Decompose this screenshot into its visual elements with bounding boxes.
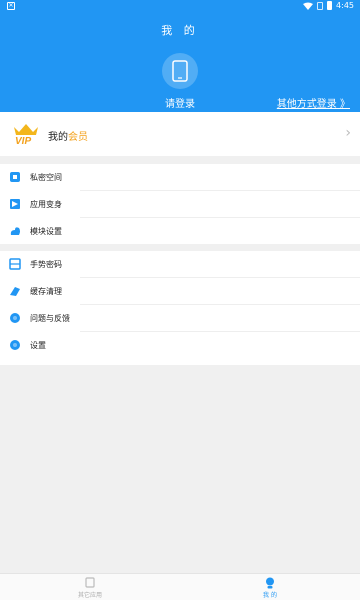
status-bar: ✕ 4:45 xyxy=(0,0,360,12)
phone-icon xyxy=(172,60,188,82)
bottom-nav: 其它应用 我 的 xyxy=(0,573,360,600)
chevron-right-icon: › xyxy=(345,125,351,141)
vip-label-prefix: 我的 xyxy=(48,132,68,143)
menu-item-label: 私密空间 xyxy=(30,173,62,182)
menu-item-label: 应用变身 xyxy=(30,200,62,209)
gesture-icon xyxy=(9,258,21,270)
module-icon xyxy=(10,227,20,235)
vip-label-highlight: 会员 xyxy=(68,132,88,143)
app-disguise-icon xyxy=(10,199,20,209)
tab-label: 我 的 xyxy=(263,592,277,599)
menu-group-privacy: 私密空间 应用变身 模块设置 xyxy=(0,164,360,244)
profile-header: 我 的 请登录 其他方式登录 》 xyxy=(0,12,360,112)
menu-item-label: 设置 xyxy=(30,341,46,350)
page-title: 我 的 xyxy=(161,24,199,37)
apps-icon xyxy=(85,577,95,588)
menu-item-label: 缓存清理 xyxy=(30,287,62,296)
user-icon xyxy=(266,577,274,589)
menu-item-module-settings[interactable]: 模块设置 xyxy=(0,218,360,245)
tab-label: 其它应用 xyxy=(77,592,102,599)
menu-item-settings[interactable]: 设置 xyxy=(0,332,360,359)
menu-item-feedback[interactable]: 问题与反馈 xyxy=(0,305,360,332)
status-icons: 4:45 xyxy=(303,1,354,10)
tab-me[interactable]: 我 的 xyxy=(240,574,300,600)
menu-item-label: 模块设置 xyxy=(30,227,62,236)
wifi-icon xyxy=(303,2,314,10)
tab-other-apps[interactable]: 其它应用 xyxy=(60,574,120,600)
lock-shield-icon xyxy=(10,172,20,182)
avatar[interactable] xyxy=(162,53,198,89)
vip-label: 我的会员 xyxy=(48,128,88,143)
vip-membership-row[interactable]: VIP 我的会员 › xyxy=(0,112,360,156)
menu-item-private-space[interactable]: 私密空间 xyxy=(0,164,360,191)
menu-item-cache-clean[interactable]: 缓存清理 xyxy=(0,278,360,305)
svg-text:VIP: VIP xyxy=(15,136,31,145)
vip-crown-icon: VIP xyxy=(14,124,38,145)
menu-item-label: 手势密码 xyxy=(30,260,62,269)
menu-item-app-disguise[interactable]: 应用变身 xyxy=(0,191,360,218)
status-time: 4:45 xyxy=(336,1,354,10)
battery-icon xyxy=(327,1,333,10)
sim-icon xyxy=(317,1,324,10)
feedback-icon xyxy=(10,313,20,323)
menu-item-gesture-password[interactable]: 手势密码 xyxy=(0,251,360,278)
clean-icon xyxy=(10,287,20,296)
menu-item-label: 问题与反馈 xyxy=(30,314,70,323)
notification-icon: ✕ xyxy=(7,2,15,10)
menu-group-tools: 手势密码 缓存清理 问题与反馈 设置 xyxy=(0,251,360,365)
settings-icon xyxy=(10,340,20,350)
other-login-link[interactable]: 其他方式登录 》 xyxy=(277,95,350,110)
